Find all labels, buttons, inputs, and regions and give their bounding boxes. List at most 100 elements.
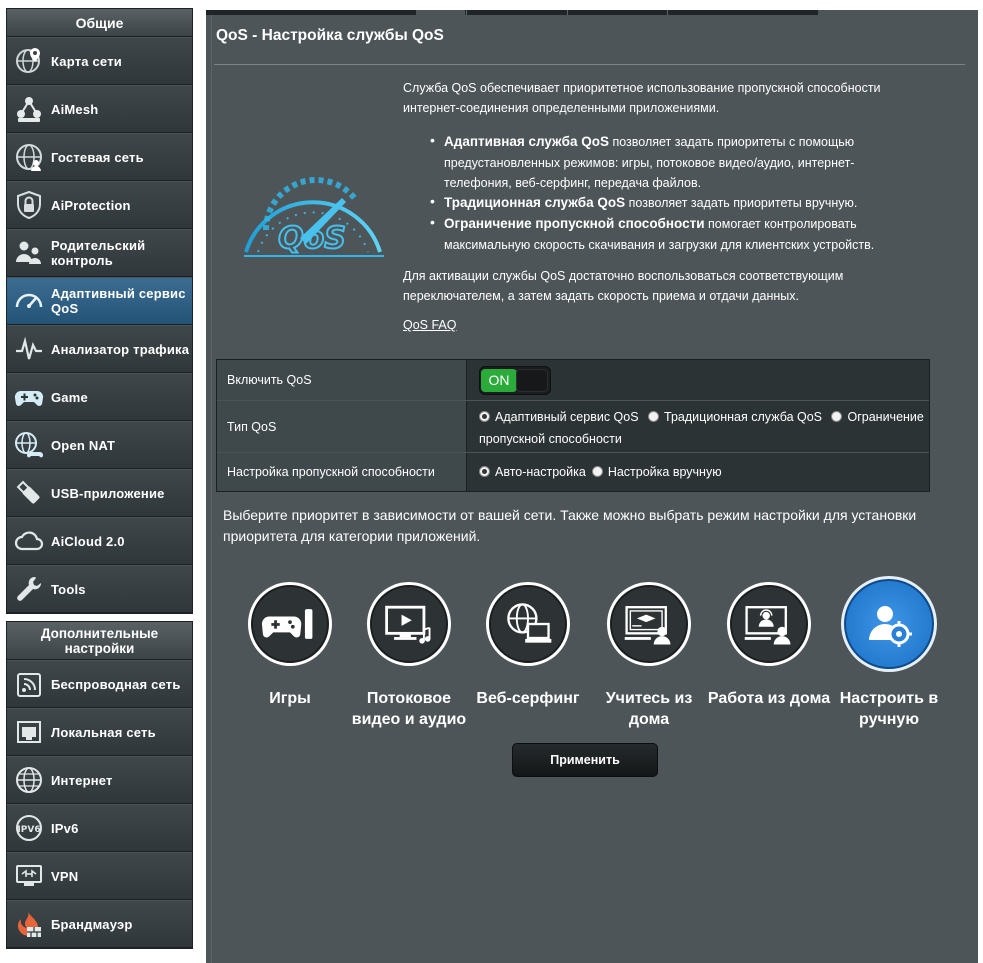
sidebar-item-ipv6[interactable]: IPV6 IPv6 <box>7 804 192 852</box>
bullet-bold: Адаптивная служба QoS <box>444 134 609 149</box>
enable-qos-cell: ON <box>467 360 929 400</box>
enable-qos-label: Включить QoS <box>217 360 467 400</box>
mode-circle <box>841 576 937 672</box>
sidebar-item-label: Родительский контроль <box>51 238 146 268</box>
priority-instructions: Выберите приоритет в зависимости от ваше… <box>223 507 917 544</box>
radio-adaptive-qos[interactable]: Адаптивный сервис QoS <box>479 410 639 424</box>
shield-lock-icon <box>7 181 51 229</box>
mode-learn-from-home[interactable]: Учитесь из дома <box>586 582 712 730</box>
sidebar-item-guest-network[interactable]: Гостевая сеть <box>7 133 192 181</box>
sidebar-item-label: Game <box>51 389 88 405</box>
sidebar-item-firewall[interactable]: Брандмауэр <box>7 900 192 948</box>
sidebar-general-title: Общие <box>7 9 192 37</box>
sidebar-item-vpn[interactable]: VPN <box>7 852 192 900</box>
sidebar-item-label: Интернет <box>51 772 113 788</box>
radio-button[interactable] <box>831 411 843 422</box>
sidebar-item-aicloud[interactable]: AiCloud 2.0 <box>7 517 192 565</box>
radio-button[interactable] <box>479 466 490 477</box>
lan-icon <box>7 708 51 756</box>
sidebar-item-label: AiMesh <box>51 101 99 117</box>
sidebar-item-open-nat[interactable]: Open NAT <box>7 421 192 469</box>
mode-circle <box>607 582 691 666</box>
work-from-home-icon <box>730 585 808 663</box>
sidebar-item-label: Гостевая сеть <box>51 149 144 165</box>
toggle-on-label: ON <box>481 368 517 392</box>
qos-logo-icon: QoS <box>238 160 388 260</box>
radio-auto-setting[interactable]: Авто-настройка <box>479 465 586 479</box>
sidebar-item-label: AiProtection <box>51 197 131 213</box>
bandwidth-setting-label: Настройка пропускной способности <box>217 453 467 491</box>
bandwidth-setting-cell: Авто-настройка Настройка вручную <box>467 453 929 491</box>
sidebar-item-tools[interactable]: Tools <box>7 565 192 613</box>
mode-label: Настроить в ручную <box>839 690 939 728</box>
sidebar-item-label: IPv6 <box>51 820 79 836</box>
radio-button[interactable] <box>648 411 660 422</box>
radio-traditional-qos[interactable]: Традиционная служба QoS <box>648 410 822 424</box>
globe-icon <box>7 756 51 804</box>
wireless-icon <box>7 660 51 708</box>
parental-control-icon <box>7 229 51 277</box>
toggle-knob <box>516 368 548 392</box>
mode-label: Учитесь из дома <box>605 690 693 728</box>
bullet-dot: • <box>430 193 435 209</box>
mode-customize[interactable]: Настроить в ручную <box>826 576 952 730</box>
mode-work-from-home[interactable]: Работа из дома <box>706 582 832 709</box>
sidebar-item-label: AiCloud 2.0 <box>51 533 125 549</box>
sidebar-item-label: Беспроводная сеть <box>51 676 181 692</box>
bullet-traditional-qos: Традиционная служба QoS позволяет задать… <box>444 193 914 214</box>
radio-button[interactable] <box>479 411 490 422</box>
web-surfing-icon <box>489 585 567 663</box>
radio-button[interactable] <box>591 466 603 477</box>
mode-web-surfing[interactable]: Веб-серфинг <box>465 582 591 709</box>
qos-type-cell: Адаптивный сервис QoS Традиционная служб… <box>467 401 929 452</box>
bullet-adaptive-qos: Адаптивная служба QoS позволяет задать п… <box>444 132 914 194</box>
qos-settings-table: Включить QoS ON Тип QoS Адаптивный серви… <box>216 359 930 492</box>
sidebar-item-network-map[interactable]: Карта сети <box>7 37 192 85</box>
sidebar-advanced-title: Дополнительные настройки <box>7 622 192 660</box>
title-divider <box>214 64 965 65</box>
mode-streaming[interactable]: Потоковое видео и аудио <box>346 582 472 730</box>
sidebar-item-wireless[interactable]: Беспроводная сеть <box>7 660 192 708</box>
bullet-dot: • <box>430 132 435 148</box>
bandwidth-setting-row: Настройка пропускной способности Авто-на… <box>217 453 929 491</box>
sidebar-item-label: VPN <box>51 868 79 884</box>
sidebar-item-aiprotection[interactable]: AiProtection <box>7 181 192 229</box>
firewall-icon <box>7 900 51 948</box>
sidebar-item-adaptive-qos[interactable]: Адаптивный сервис QoS <box>7 277 192 325</box>
sidebar-item-traffic-analyzer[interactable]: Анализатор трафика <box>7 325 192 373</box>
sidebar-item-aimesh[interactable]: AiMesh <box>7 85 192 133</box>
sidebar-item-game[interactable]: Game <box>7 373 192 421</box>
aimesh-icon <box>7 85 51 133</box>
mode-circle <box>248 582 332 666</box>
cloud-icon <box>7 517 51 565</box>
guest-network-icon <box>7 133 51 181</box>
svg-text:IPV6: IPV6 <box>17 825 40 835</box>
enable-qos-toggle[interactable]: ON <box>479 365 551 395</box>
sidebar-item-label: Брандмауэр <box>51 916 133 932</box>
radio-manual-setting[interactable]: Настройка вручную <box>591 465 722 479</box>
learn-from-home-icon <box>610 585 688 663</box>
enable-qos-row: Включить QoS ON <box>217 360 929 401</box>
wrench-icon <box>7 565 51 613</box>
mode-label: Потоковое видео и аудио <box>351 690 467 728</box>
sidebar-item-label: Tools <box>51 581 86 597</box>
qos-faq-link[interactable]: QoS FAQ <box>403 318 457 332</box>
sidebar-item-lan[interactable]: Локальная сеть <box>7 708 192 756</box>
sidebar-item-internet[interactable]: Интернет <box>7 756 192 804</box>
bullet-dot: • <box>430 214 435 230</box>
sidebar-item-parental-control[interactable]: Родительский контроль <box>7 229 192 277</box>
mode-circle <box>486 582 570 666</box>
bullet-bold: Традиционная служба QoS <box>444 195 626 210</box>
apply-button[interactable]: Применить <box>512 743 658 777</box>
sidebar-item-usb-app[interactable]: USB-приложение <box>7 469 192 517</box>
radio-label: Традиционная служба QoS <box>664 410 822 424</box>
mode-gaming[interactable]: Игры <box>227 582 353 709</box>
mode-label: Работа из дома <box>707 690 831 707</box>
usb-icon <box>7 469 51 517</box>
qos-type-label: Тип QoS <box>217 401 467 452</box>
mode-circle <box>367 582 451 666</box>
ipv6-icon: IPV6 <box>7 804 51 852</box>
sidebar-item-label: Анализатор трафика <box>51 341 190 357</box>
qos-description: Служба QoS обеспечивает приоритетное исп… <box>403 81 881 115</box>
open-nat-icon <box>7 421 51 469</box>
